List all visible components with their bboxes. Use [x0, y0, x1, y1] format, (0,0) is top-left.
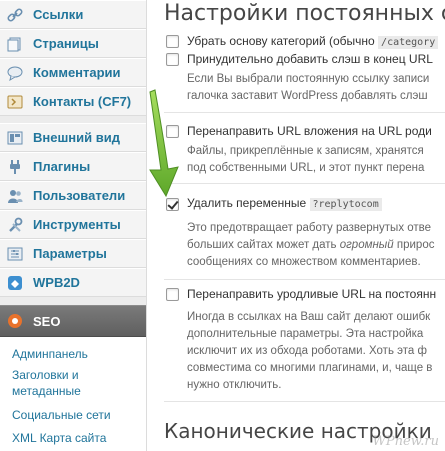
sidebar-item-appearance[interactable]: Внешний вид — [0, 123, 146, 152]
row-divider — [164, 183, 445, 184]
option-label: Перенаправить уродливые URL на постоянн — [187, 287, 437, 301]
option-description: галочка заставит WordPress добавлять слэ… — [187, 90, 428, 102]
sidebar-item-pages[interactable]: Страницы — [0, 29, 146, 58]
appearance-icon — [6, 129, 24, 147]
pages-icon — [6, 35, 24, 53]
comments-icon — [6, 64, 24, 82]
trailing-slash-checkbox[interactable] — [166, 53, 179, 66]
redirect-attachment-checkbox[interactable] — [166, 125, 179, 138]
tools-icon — [6, 216, 24, 234]
sidebar-item-label: Комментарии — [33, 65, 121, 80]
row-divider — [164, 401, 445, 402]
option-description: исключит их из обхода роботами. Хоть эта… — [187, 345, 427, 357]
option-description: нужно отключить. — [187, 379, 282, 391]
inline-code: /category — [378, 36, 439, 49]
option-description: Это предотвращает работу развернутых отв… — [187, 222, 432, 234]
contact-icon — [6, 93, 24, 111]
sidebar-item-plugins[interactable]: Плагины — [0, 152, 146, 181]
seo-icon — [6, 312, 24, 330]
option-description: совместима со многими плагинами, и, чаще… — [187, 362, 433, 374]
sidebar-item-label: Инструменты — [33, 217, 121, 232]
sidebar-item-label: Пользователи — [33, 188, 126, 203]
sidebar-item-links[interactable]: Ссылки — [0, 0, 146, 29]
seo-submenu: Админпанель Заголовки и метаданные Социа… — [0, 337, 146, 451]
row-divider — [164, 112, 445, 113]
option-description: сообщениях со множеством комментариев. — [187, 256, 421, 268]
sidebar-item-seo[interactable]: SEO — [0, 305, 146, 337]
option-description: Файлы, прикреплённые к записям, хранятся — [187, 145, 424, 157]
row-divider — [164, 279, 445, 280]
sidebar-item-label: WPB2D — [33, 275, 80, 290]
wpb2d-icon — [6, 274, 24, 292]
option-description: под собственными URL, и этот пункт перен… — [187, 162, 425, 174]
remove-replytocom-checkbox[interactable] — [166, 198, 179, 211]
settings-panel: Настройки постоянных ссылок Убрать основ… — [147, 0, 445, 451]
option-label: Перенаправить URL вложения на URL роди — [187, 124, 432, 138]
inline-code: ?replytocom — [309, 198, 382, 211]
sidebar-item-label: Ссылки — [33, 7, 84, 22]
watermark: WPnew.ru — [372, 434, 439, 449]
admin-sidebar: Ссылки Страницы Комментарии Контакты (CF… — [0, 0, 147, 451]
sidebar-item-label: SEO — [33, 313, 61, 329]
sidebar-item-label: Контакты (CF7) — [33, 94, 132, 109]
option-description: Иногда в ссылках на Ваш сайт делают ошиб… — [187, 311, 431, 323]
option-label: Удалить переменные ?replytocom — [187, 196, 382, 211]
users-icon — [6, 187, 24, 205]
sidebar-item-comments[interactable]: Комментарии — [0, 58, 146, 87]
sidebar-item-contacts[interactable]: Контакты (CF7) — [0, 87, 146, 116]
plugins-icon — [6, 158, 24, 176]
sidebar-item-users[interactable]: Пользователи — [0, 181, 146, 210]
option-description: Если Вы выбрали постоянную ссылку записи — [187, 73, 430, 85]
sidebar-item-label: Внешний вид — [33, 130, 120, 145]
option-label: Принудительно добавить слэш в конец URL — [187, 52, 433, 66]
sidebar-item-wpb2d[interactable]: WPB2D — [0, 268, 146, 297]
option-description: больших сайтах может дать огромный приро… — [187, 239, 435, 251]
option-label: Убрать основу категорий (обычно /categor… — [187, 34, 439, 49]
redirect-ugly-urls-checkbox[interactable] — [166, 288, 179, 301]
strip-category-base-checkbox[interactable] — [166, 35, 179, 48]
sidebar-item-label: Плагины — [33, 159, 91, 174]
sidebar-item-settings[interactable]: Параметры — [0, 239, 146, 268]
page-title: Настройки постоянных ссылок — [164, 1, 445, 26]
option-description: дополнительные параметры. Эта настройка — [187, 328, 424, 340]
sidebar-item-label: Страницы — [33, 36, 99, 51]
link-icon — [6, 6, 24, 24]
sidebar-item-tools[interactable]: Инструменты — [0, 210, 146, 239]
menu-separator — [0, 116, 146, 123]
settings-icon — [6, 245, 24, 263]
submenu-item-dashboard[interactable]: Админпанель — [12, 346, 140, 362]
submenu-item-titles-meta[interactable]: Заголовки и метаданные — [12, 367, 140, 399]
sidebar-item-label: Параметры — [33, 246, 107, 261]
submenu-item-xml-sitemap[interactable]: XML Карта сайта — [12, 430, 140, 446]
menu-separator — [0, 297, 146, 304]
submenu-item-social[interactable]: Социальные сети — [12, 407, 140, 423]
